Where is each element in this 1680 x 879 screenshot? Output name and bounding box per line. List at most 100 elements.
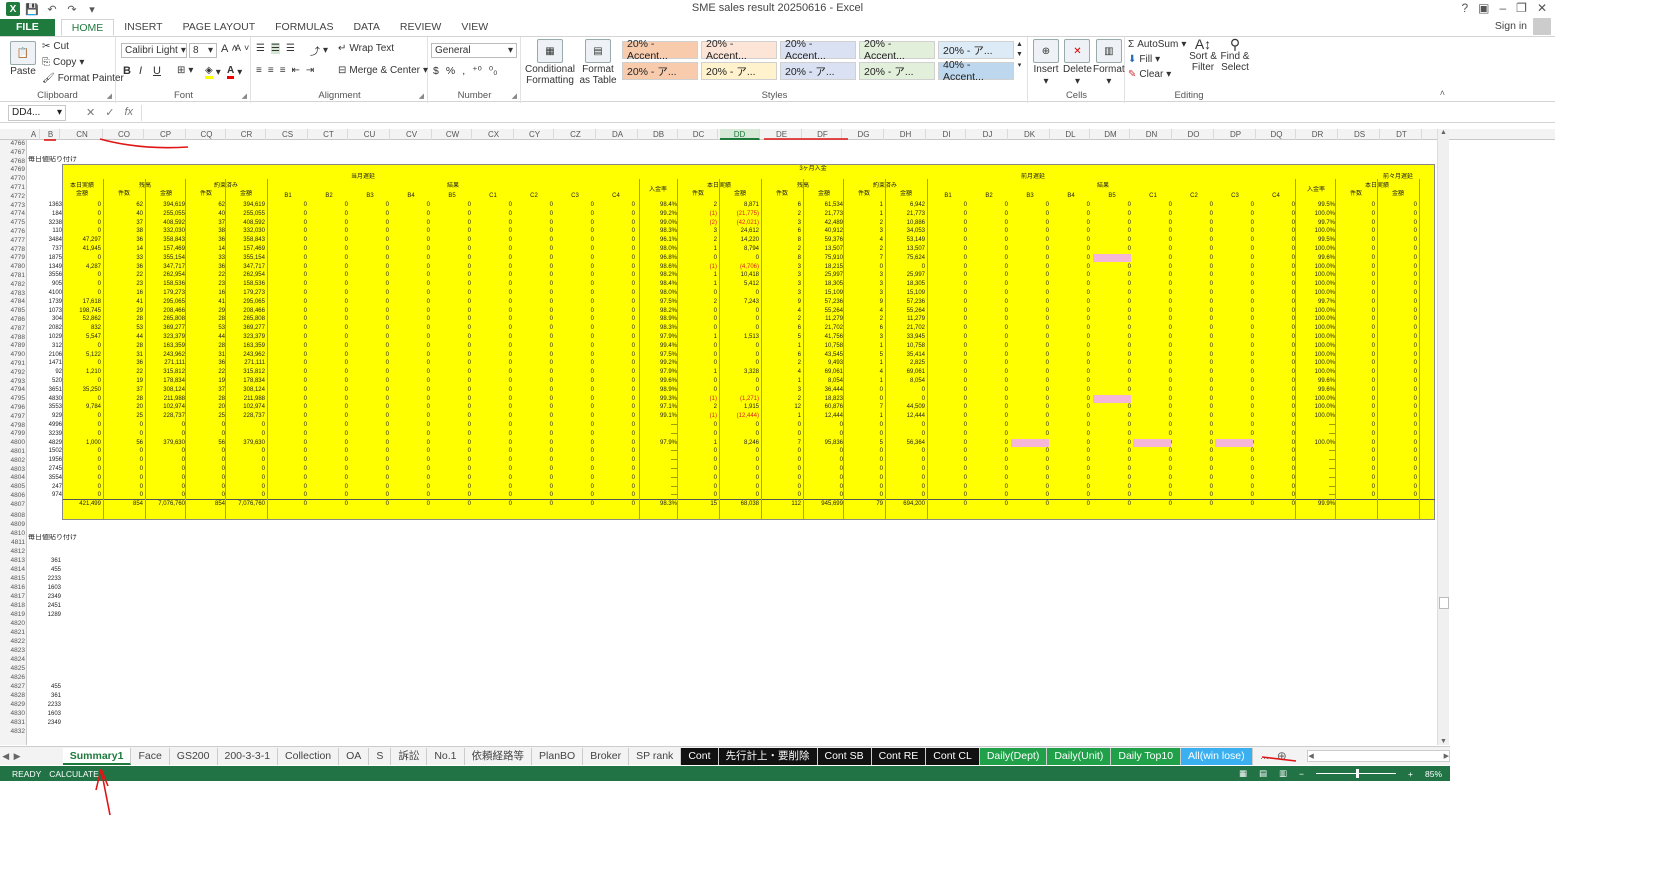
row-header[interactable]: 4775 bbox=[0, 219, 26, 226]
cell-style-4[interactable]: 20% - Accent... bbox=[859, 38, 935, 62]
cell-co[interactable]: 0 bbox=[105, 430, 143, 438]
cell-result[interactable]: 0 bbox=[310, 227, 348, 235]
cell-result-2[interactable]: 0 bbox=[1011, 280, 1049, 288]
sheet-tab-cont-cl[interactable]: Cont CL bbox=[926, 747, 980, 765]
cell-result[interactable]: 0 bbox=[351, 227, 389, 235]
cell-result[interactable]: 0 bbox=[515, 456, 553, 464]
row-header[interactable]: 4827 bbox=[0, 683, 26, 690]
cell-result-2[interactable]: 0 bbox=[1257, 315, 1295, 323]
cell-result[interactable]: 0 bbox=[597, 395, 635, 403]
cell-result-2[interactable]: 0 bbox=[1216, 412, 1254, 420]
cell-cq[interactable]: 0 bbox=[187, 474, 225, 482]
cell-df[interactable]: 18,215 bbox=[805, 263, 843, 271]
cell-dh[interactable]: 56,364 bbox=[887, 439, 925, 447]
cell-result-2[interactable]: 0 bbox=[1216, 289, 1254, 297]
cell-result-2[interactable]: 0 bbox=[1011, 254, 1049, 262]
cell-df[interactable]: 0 bbox=[805, 465, 843, 473]
cell-today-3[interactable]: 0 bbox=[1337, 439, 1375, 447]
cell-result-2[interactable]: 0 bbox=[1175, 324, 1213, 332]
cell-result-2[interactable]: 0 bbox=[1134, 351, 1172, 359]
cell-result-2[interactable]: 0 bbox=[970, 377, 1008, 385]
cell-dh[interactable]: 0 bbox=[887, 447, 925, 455]
cell-result-2[interactable]: 0 bbox=[1216, 236, 1254, 244]
col-b-value[interactable]: 1875 bbox=[28, 254, 62, 262]
align-left-icon[interactable]: ≡ bbox=[256, 65, 262, 76]
cell-dc[interactable]: 1 bbox=[679, 245, 717, 253]
cell-de[interactable]: 0 bbox=[763, 430, 801, 438]
cell-result-2[interactable]: 0 bbox=[929, 474, 967, 482]
cell-cn[interactable]: 9,784 bbox=[63, 403, 101, 411]
cell-rate[interactable]: 98.2% bbox=[639, 271, 677, 279]
cell-result-2[interactable]: 0 bbox=[1093, 219, 1131, 227]
cell-rate[interactable]: 97.9% bbox=[639, 439, 677, 447]
cell-result-2[interactable]: 0 bbox=[1052, 359, 1090, 367]
col-b-value[interactable]: 2082 bbox=[28, 324, 62, 332]
cell-result[interactable]: 0 bbox=[474, 227, 512, 235]
cell-result[interactable]: 0 bbox=[351, 403, 389, 411]
cell-result[interactable]: 0 bbox=[474, 421, 512, 429]
cell-result-2[interactable]: 0 bbox=[1093, 430, 1131, 438]
cell-dc[interactable]: 2 bbox=[679, 403, 717, 411]
column-header-dk[interactable]: DK bbox=[1010, 129, 1050, 140]
cell-cr[interactable]: 102,974 bbox=[227, 403, 265, 411]
scroll-thumb[interactable] bbox=[1439, 597, 1449, 609]
cell-today-amt-3[interactable]: 0 bbox=[1379, 227, 1417, 235]
cell-result-2[interactable]: 0 bbox=[1257, 474, 1295, 482]
total-result-2[interactable]: 0 bbox=[1216, 500, 1254, 508]
highlighted-cell[interactable] bbox=[1133, 438, 1171, 447]
merge-center-button[interactable]: ⊟ Merge & Center ▾ bbox=[338, 65, 428, 76]
sort-filter-button[interactable]: A↕ Sort & Filter bbox=[1188, 37, 1218, 73]
cell-result[interactable]: 0 bbox=[433, 465, 471, 473]
font-size-select[interactable]: 8 ▾ bbox=[189, 43, 217, 58]
column-header-b[interactable]: B bbox=[42, 129, 60, 140]
cell-result[interactable]: 0 bbox=[474, 465, 512, 473]
cell-dd[interactable]: 0 bbox=[721, 456, 759, 464]
cell-dc[interactable]: (1) bbox=[679, 210, 717, 218]
cell-result-2[interactable]: 0 bbox=[1052, 491, 1090, 499]
cell-result-2[interactable]: 0 bbox=[1134, 263, 1172, 271]
cell-result-2[interactable]: 0 bbox=[1093, 447, 1131, 455]
cell-result-2[interactable]: 0 bbox=[1216, 421, 1254, 429]
dialog-launcher-icon[interactable]: ◢ bbox=[512, 92, 517, 100]
cell-rate[interactable]: 99.0% bbox=[639, 219, 677, 227]
cell-result[interactable]: 0 bbox=[351, 342, 389, 350]
cell-result[interactable]: 0 bbox=[515, 465, 553, 473]
col-b-value[interactable]: 1073 bbox=[28, 307, 62, 315]
cell-cr[interactable]: 0 bbox=[227, 483, 265, 491]
cell-result[interactable]: 0 bbox=[310, 359, 348, 367]
column-header-dg[interactable]: DG bbox=[844, 129, 884, 140]
total-de[interactable]: 112 bbox=[763, 500, 801, 508]
vertical-scrollbar[interactable]: ▲ ▼ bbox=[1437, 129, 1449, 745]
cell-result[interactable]: 0 bbox=[392, 456, 430, 464]
cell-cr[interactable]: 0 bbox=[227, 447, 265, 455]
cell-result-2[interactable]: 0 bbox=[929, 456, 967, 464]
cell-result[interactable]: 0 bbox=[310, 315, 348, 323]
cell-result[interactable]: 0 bbox=[310, 491, 348, 499]
cell-co[interactable]: 40 bbox=[105, 210, 143, 218]
cell-result-2[interactable]: 0 bbox=[970, 280, 1008, 288]
cell-result-2[interactable]: 0 bbox=[1175, 307, 1213, 315]
cell-dc[interactable]: 0 bbox=[679, 351, 717, 359]
cell-result-2[interactable]: 0 bbox=[1134, 483, 1172, 491]
sheet-tab-daily-top10[interactable]: Daily Top10 bbox=[1111, 747, 1182, 765]
cell-result-2[interactable]: 0 bbox=[1257, 227, 1295, 235]
cell-today-amt-3[interactable]: 0 bbox=[1379, 359, 1417, 367]
currency-button[interactable]: $ bbox=[433, 65, 439, 77]
cell-result-2[interactable]: 0 bbox=[970, 201, 1008, 209]
cell-result[interactable]: 0 bbox=[556, 210, 594, 218]
row-header[interactable]: 4796 bbox=[0, 404, 26, 411]
next-sheet-icon[interactable]: ▶ bbox=[11, 751, 22, 762]
zoom-out-icon[interactable]: − bbox=[1299, 769, 1304, 779]
cell-result[interactable]: 0 bbox=[269, 210, 307, 218]
more-sheets-icon[interactable]: … bbox=[1259, 751, 1270, 761]
cell-today-3[interactable]: 0 bbox=[1337, 447, 1375, 455]
cell-dh[interactable]: 10,758 bbox=[887, 342, 925, 350]
cell-result-2[interactable]: 0 bbox=[929, 227, 967, 235]
cell-result[interactable]: 0 bbox=[515, 245, 553, 253]
cell-result-2[interactable]: 0 bbox=[1134, 315, 1172, 323]
cell-result[interactable]: 0 bbox=[515, 342, 553, 350]
row-header[interactable]: 4791 bbox=[0, 360, 26, 367]
cell-cp[interactable]: 408,592 bbox=[147, 219, 185, 227]
cell-dc[interactable]: 2 bbox=[679, 298, 717, 306]
cell-result[interactable]: 0 bbox=[556, 430, 594, 438]
